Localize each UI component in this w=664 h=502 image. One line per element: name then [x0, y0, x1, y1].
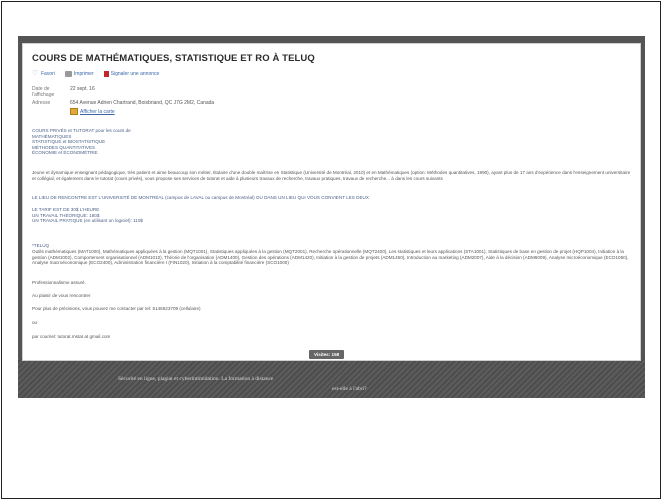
- favorite-button[interactable]: ♡ Favori: [32, 70, 55, 77]
- teluq-title: *TELUQ: [32, 243, 50, 248]
- slide-footer-line-2: est-elle à l'abri?: [332, 386, 367, 392]
- meeting-place: LE LIEU DE RENCONTRE EST L'UNIVERSITÉ DE…: [32, 195, 369, 200]
- or-line: ou: [32, 320, 38, 325]
- report-button[interactable]: Signaler une annonce: [103, 71, 160, 77]
- address-value: 654 Avenue Adrien Chartrand, Boisbriand,…: [70, 100, 215, 106]
- intro-line: ÉCONOMIE et ÉCONOMÉTRIE: [32, 150, 98, 156]
- address-label: Adresse: [32, 100, 51, 106]
- report-label: Signaler une annonce: [110, 71, 160, 77]
- print-label: Imprimer: [73, 71, 94, 77]
- bio-paragraph: Jeune et dynamique enseignant pédagogiqu…: [32, 170, 631, 181]
- map-row: Afficher la carte: [32, 108, 214, 115]
- slide-footer-line-1: Sécurité en ligne, plagiat et cyberintim…: [118, 376, 274, 382]
- address-row: Adresse 654 Avenue Adrien Chartrand, Boi…: [32, 100, 214, 106]
- visits-badge: Visites: 158: [309, 350, 345, 359]
- flag-icon: [103, 71, 109, 77]
- rates-block: LE TARIF EST DE 30$ L'HEURE UN TRAVAIL T…: [32, 207, 632, 224]
- date-label: Date de l'affichage: [32, 86, 55, 98]
- print-button[interactable]: Imprimer: [64, 71, 94, 77]
- ad-title: COURS DE MATHÉMATIQUES, STATISTIQUE ET R…: [32, 53, 315, 64]
- teluq-courses: Outils mathématiques (MAT1000), Mathémat…: [32, 249, 629, 266]
- intro-block: COURS PRIVÉS et TUTORAT pour les cours d…: [32, 128, 632, 156]
- ad-meta: Date de l'affichage 22 sept. 16 Adresse …: [32, 86, 214, 117]
- printer-icon: [64, 71, 72, 77]
- ad-actions: ♡ Favori Imprimer Signaler une annonce: [32, 70, 160, 77]
- email-line: par courriel: tutorat.mstat at gmail.com: [32, 334, 111, 339]
- professional-line: Professionnalisme assuré.: [32, 280, 86, 285]
- favorite-label: Favori: [41, 71, 55, 77]
- rate-line: UN TRAVAIL PRATIQUE (en utilisant un log…: [32, 218, 143, 224]
- contact-line: Pour plus de précisions, vous pouvez me …: [32, 306, 201, 311]
- band-texture: [18, 358, 645, 398]
- show-map-label: Afficher la carte: [80, 108, 115, 115]
- date-row: Date de l'affichage 22 sept. 16: [32, 86, 214, 98]
- map-icon: [70, 108, 78, 115]
- pleasure-line: Au plaisir de vous rencontrer: [32, 293, 91, 298]
- date-value: 22 sept. 16: [70, 86, 95, 92]
- classified-ad-screenshot: COURS DE MATHÉMATIQUES, STATISTIQUE ET R…: [22, 43, 641, 361]
- show-map-link[interactable]: Afficher la carte: [70, 108, 115, 115]
- heart-icon: ♡: [32, 70, 39, 77]
